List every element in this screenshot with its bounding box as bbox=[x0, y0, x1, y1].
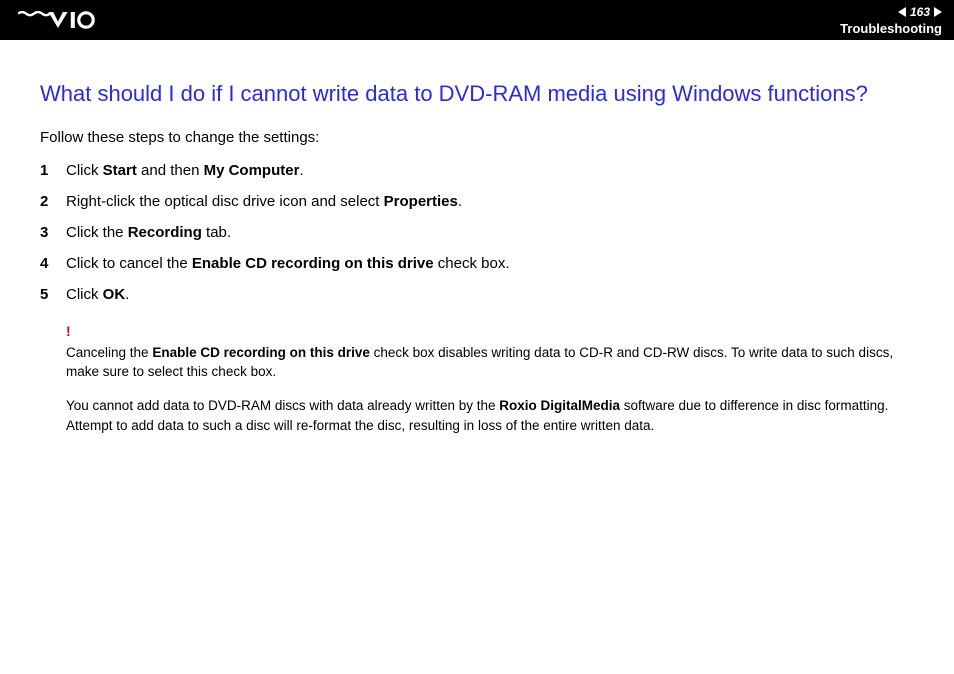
page-content: What should I do if I cannot write data … bbox=[0, 40, 954, 435]
step-text: Click to cancel the Enable CD recording … bbox=[66, 253, 509, 274]
page-title: What should I do if I cannot write data … bbox=[40, 80, 914, 109]
intro-text: Follow these steps to change the setting… bbox=[40, 129, 914, 146]
step-number: 5 bbox=[40, 284, 66, 305]
step-item: 3Click the Recording tab. bbox=[40, 222, 914, 243]
warning-icon: ! bbox=[66, 321, 914, 341]
note-2: You cannot add data to DVD-RAM discs wit… bbox=[66, 396, 914, 435]
notes-block: ! Canceling the Enable CD recording on t… bbox=[66, 321, 914, 436]
step-number: 1 bbox=[40, 160, 66, 181]
step-item: 1Click Start and then My Computer. bbox=[40, 160, 914, 181]
steps-list: 1Click Start and then My Computer.2Right… bbox=[40, 160, 914, 305]
step-item: 4Click to cancel the Enable CD recording… bbox=[40, 253, 914, 274]
prev-page-icon[interactable] bbox=[898, 7, 906, 17]
step-item: 5Click OK. bbox=[40, 284, 914, 305]
step-text: Right-click the optical disc drive icon … bbox=[66, 191, 462, 212]
header-right: 163 Troubleshooting bbox=[840, 5, 942, 36]
step-text: Click OK. bbox=[66, 284, 129, 305]
vaio-logo bbox=[18, 11, 114, 29]
step-number: 4 bbox=[40, 253, 66, 274]
next-page-icon[interactable] bbox=[934, 7, 942, 17]
section-label: Troubleshooting bbox=[840, 21, 942, 36]
note-1: Canceling the Enable CD recording on thi… bbox=[66, 343, 914, 382]
page-number: 163 bbox=[910, 5, 930, 19]
step-number: 2 bbox=[40, 191, 66, 212]
step-item: 2Right-click the optical disc drive icon… bbox=[40, 191, 914, 212]
step-number: 3 bbox=[40, 222, 66, 243]
page-nav: 163 bbox=[840, 5, 942, 19]
step-text: Click Start and then My Computer. bbox=[66, 160, 304, 181]
step-text: Click the Recording tab. bbox=[66, 222, 231, 243]
header-bar: 163 Troubleshooting bbox=[0, 0, 954, 40]
